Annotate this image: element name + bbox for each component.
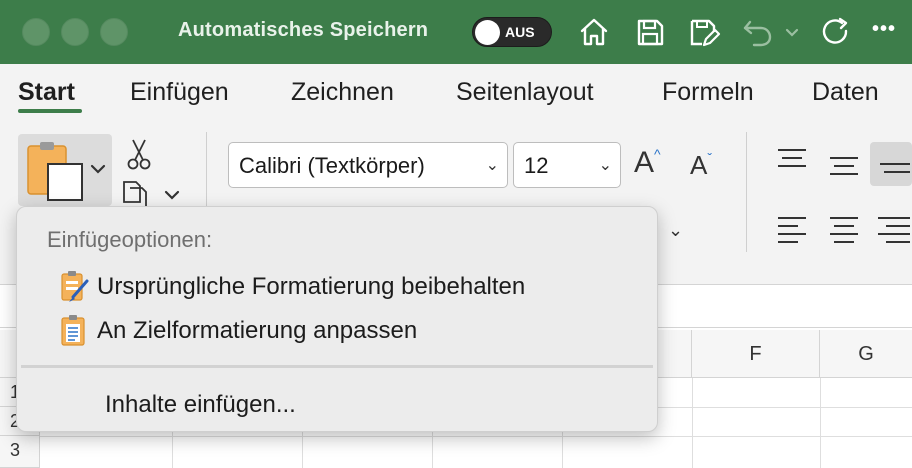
paste-match-destination-icon: [59, 313, 89, 347]
title-bar: Automatisches Speichern AUS •••: [0, 0, 912, 64]
column-header-f[interactable]: F: [692, 330, 820, 378]
grow-font-icon[interactable]: A^: [634, 146, 661, 180]
align-middle-icon[interactable]: [822, 142, 866, 186]
chevron-down-icon: ⌄: [598, 157, 612, 174]
grid-line: [692, 378, 693, 468]
tab-zeichnen[interactable]: Zeichnen: [291, 78, 394, 107]
align-left-icon[interactable]: [770, 206, 814, 250]
column-header-g[interactable]: G: [820, 330, 912, 378]
align-bottom-icon[interactable]: [870, 142, 912, 186]
align-right-icon[interactable]: [870, 206, 912, 250]
chevron-down-icon: ⌄: [485, 157, 499, 174]
paste-clipboard-icon: [27, 142, 106, 201]
minimize-window-button[interactable]: [61, 18, 89, 46]
ribbon-separator: [746, 132, 747, 252]
menu-item-paste-special[interactable]: Inhalte einfügen...: [17, 383, 657, 425]
tab-start[interactable]: Start: [18, 78, 75, 107]
shrink-font-glyph: A: [690, 150, 708, 180]
tab-einfuegen[interactable]: Einfügen: [130, 78, 229, 107]
font-name-select[interactable]: Calibri (Textkörper) ⌄: [228, 142, 508, 188]
grid-line: [40, 436, 912, 437]
menu-item-label: Inhalte einfügen...: [105, 391, 296, 418]
grow-font-glyph: A: [634, 146, 655, 179]
undo-icon[interactable]: [740, 14, 776, 50]
tab-seitenlayout[interactable]: Seitenlayout: [456, 78, 594, 107]
zoom-window-button[interactable]: [100, 18, 128, 46]
font-color-chevron-icon[interactable]: ⌄: [668, 220, 683, 241]
autosave-toggle-state: AUS: [505, 24, 535, 40]
menu-separator: [21, 365, 653, 368]
align-top-icon[interactable]: [770, 138, 814, 182]
undo-dropdown-chevron-icon[interactable]: [782, 14, 802, 50]
font-size-select[interactable]: 12 ⌄: [513, 142, 621, 188]
align-center-icon[interactable]: [822, 206, 866, 250]
close-window-button[interactable]: [22, 18, 50, 46]
paste-button[interactable]: [18, 134, 112, 206]
menu-item-match-destination-formatting[interactable]: An Zielformatierung anpassen: [17, 309, 657, 351]
paste-options-menu: Einfügeoptionen: Ursprüngliche Formatier…: [16, 206, 658, 432]
more-options-icon[interactable]: •••: [872, 18, 896, 41]
row-header-3[interactable]: 3: [0, 436, 40, 468]
home-icon[interactable]: [576, 14, 612, 50]
copy-icon[interactable]: [120, 178, 184, 208]
ribbon-tabs: Start Einfügen Zeichnen Seitenlayout For…: [0, 64, 912, 124]
paste-keep-formatting-icon: [59, 269, 89, 303]
tab-formeln[interactable]: Formeln: [662, 78, 754, 107]
shrink-font-icon[interactable]: Aˇ: [690, 150, 712, 181]
grid-line: [820, 378, 821, 468]
cut-icon[interactable]: [124, 138, 154, 172]
autosave-toggle[interactable]: AUS: [472, 17, 552, 47]
ribbon-separator: [206, 132, 207, 206]
menu-item-label: Ursprüngliche Formatierung beibehalten: [97, 273, 526, 300]
tab-daten[interactable]: Daten: [812, 78, 879, 107]
menu-item-label: An Zielformatierung anpassen: [97, 317, 418, 344]
font-size-value: 12: [524, 153, 549, 178]
menu-item-keep-source-formatting[interactable]: Ursprüngliche Formatierung beibehalten: [17, 265, 657, 307]
autosave-label: Automatisches Speichern: [178, 19, 429, 41]
redo-icon[interactable]: [818, 14, 854, 50]
toggle-knob: [475, 20, 500, 45]
save-as-icon[interactable]: [686, 14, 722, 50]
font-name-value: Calibri (Textkörper): [239, 153, 425, 178]
save-icon[interactable]: [632, 14, 668, 50]
paste-options-header: Einfügeoptionen:: [47, 227, 213, 252]
active-tab-indicator: [18, 109, 82, 113]
